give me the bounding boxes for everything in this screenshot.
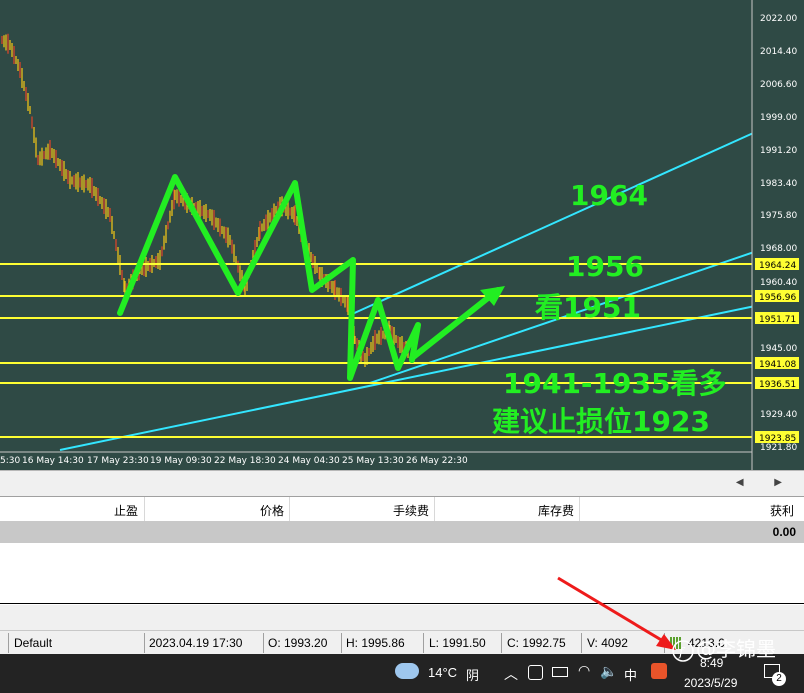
time-axis-labels: 5:30 16 May 14:30 17 May 23:30 19 May 09… bbox=[0, 456, 468, 466]
price-tick: 2014.40 bbox=[760, 47, 797, 57]
tray-app-orange-icon[interactable] bbox=[651, 663, 667, 679]
price-tick: 1960.40 bbox=[760, 278, 797, 288]
level-box-1941: 1941.08 bbox=[759, 360, 796, 370]
price-tick: 1999.00 bbox=[760, 113, 797, 123]
level-box-1923: 1923.85 bbox=[759, 434, 796, 444]
price-tick: 1968.00 bbox=[760, 244, 797, 254]
clock-date[interactable]: 2023/5/29 bbox=[684, 676, 737, 690]
weather-cloud-icon[interactable] bbox=[395, 663, 419, 679]
time-tick: 25 May 13:30 bbox=[342, 456, 404, 466]
trend-line-upper[interactable] bbox=[349, 129, 761, 316]
level-box-1956: 1956.96 bbox=[759, 293, 796, 303]
annotation-range: 1941-1935看多 bbox=[503, 367, 726, 400]
wifi-icon[interactable]: ◠ bbox=[578, 662, 590, 679]
status-volume: V: 4092 bbox=[587, 636, 628, 650]
price-tick: 1991.20 bbox=[760, 146, 797, 156]
orders-header: 止盈 价格 手续费 库存费 获利 bbox=[0, 497, 804, 522]
status-high: H: 1995.86 bbox=[346, 636, 405, 650]
price-tick: 2006.60 bbox=[760, 80, 797, 90]
col-commission[interactable]: 手续费 bbox=[393, 502, 429, 519]
level-box-1964: 1964.24 bbox=[759, 261, 796, 271]
time-tick: 24 May 04:30 bbox=[278, 456, 340, 466]
col-separator bbox=[579, 497, 580, 521]
clock-time[interactable]: 8:49 bbox=[700, 656, 723, 670]
status-separator bbox=[664, 633, 665, 653]
status-separator bbox=[341, 633, 342, 653]
status-separator bbox=[8, 633, 9, 653]
balance-profit: 0.00 bbox=[772, 525, 796, 539]
status-datetime: 2023.04.19 17:30 bbox=[149, 636, 243, 650]
status-bar: Default 2023.04.19 17:30 O: 1993.20 H: 1… bbox=[0, 630, 804, 655]
price-chart[interactable]: 1964 1956 看1951 1941-1935看多 建议止损位1923 20… bbox=[0, 0, 804, 470]
time-tick: 22 May 18:30 bbox=[214, 456, 276, 466]
price-tick: 1975.80 bbox=[760, 211, 797, 221]
level-box-1936: 1936.51 bbox=[759, 380, 796, 390]
annotation-1964: 1964 bbox=[570, 179, 648, 212]
price-axis[interactable] bbox=[752, 0, 804, 470]
annotation-1951: 看1951 bbox=[535, 291, 641, 324]
status-separator bbox=[581, 633, 582, 653]
balance-row[interactable]: 0.00 bbox=[0, 521, 804, 543]
price-tick: 1921.80 bbox=[760, 443, 797, 453]
chart-canvas[interactable]: 1964 1956 看1951 1941-1935看多 建议止损位1923 20… bbox=[0, 0, 804, 470]
status-close: C: 1992.75 bbox=[507, 636, 566, 650]
status-profile[interactable]: Default bbox=[14, 636, 52, 650]
volume-icon[interactable]: 🔈 bbox=[600, 663, 617, 680]
status-separator bbox=[423, 633, 424, 653]
price-tick: 1929.40 bbox=[760, 410, 797, 420]
annotation-1956: 1956 bbox=[566, 250, 644, 283]
panel-divider bbox=[0, 603, 804, 604]
time-tick: 16 May 14:30 bbox=[22, 456, 84, 466]
col-take-profit[interactable]: 止盈 bbox=[114, 502, 138, 519]
up-arrow-shaft bbox=[409, 287, 501, 361]
status-separator bbox=[501, 633, 502, 653]
ime-indicator[interactable]: 中 bbox=[624, 665, 637, 684]
time-tick: 26 May 22:30 bbox=[406, 456, 468, 466]
status-traffic: 4213.6 bbox=[688, 636, 725, 650]
time-tick: 19 May 09:30 bbox=[150, 456, 212, 466]
windows-taskbar: 14°C 阴 ︿ ◠ 🔈 中 8:49 2023/5/29 2 bbox=[0, 654, 804, 693]
status-open: O: 1993.20 bbox=[268, 636, 328, 650]
connection-bars-icon[interactable] bbox=[670, 637, 682, 649]
battery-icon[interactable] bbox=[552, 667, 568, 677]
tray-app-icon[interactable] bbox=[528, 665, 543, 680]
annotation-stop-loss: 建议止损位1923 bbox=[492, 405, 710, 438]
notification-count-badge: 2 bbox=[772, 672, 786, 686]
scroll-arrows-icon[interactable]: ◀ ▶ bbox=[736, 477, 796, 488]
status-separator bbox=[263, 633, 264, 653]
col-price[interactable]: 价格 bbox=[260, 502, 284, 519]
time-tick: 17 May 23:30 bbox=[87, 456, 149, 466]
orders-panel[interactable]: 止盈 价格 手续费 库存费 获利 0.00 bbox=[0, 496, 804, 605]
weather-description[interactable]: 阴 bbox=[466, 665, 479, 684]
level-box-1951: 1951.71 bbox=[759, 315, 796, 325]
weather-temperature[interactable]: 14°C bbox=[428, 665, 457, 680]
col-separator bbox=[434, 497, 435, 521]
time-tick: 5:30 bbox=[0, 456, 20, 466]
col-separator bbox=[144, 497, 145, 521]
terminal-toolbar: ◀ ▶ bbox=[0, 470, 804, 497]
price-tick: 1983.40 bbox=[760, 179, 797, 189]
price-tick: 1945.00 bbox=[760, 344, 797, 354]
price-tick: 2022.00 bbox=[760, 14, 797, 24]
status-low: L: 1991.50 bbox=[429, 636, 486, 650]
col-separator bbox=[289, 497, 290, 521]
col-profit[interactable]: 获利 bbox=[770, 502, 794, 519]
status-separator bbox=[144, 633, 145, 653]
col-swap[interactable]: 库存费 bbox=[538, 502, 574, 519]
show-hidden-icons-chevron-icon[interactable]: ︿ bbox=[504, 664, 518, 684]
